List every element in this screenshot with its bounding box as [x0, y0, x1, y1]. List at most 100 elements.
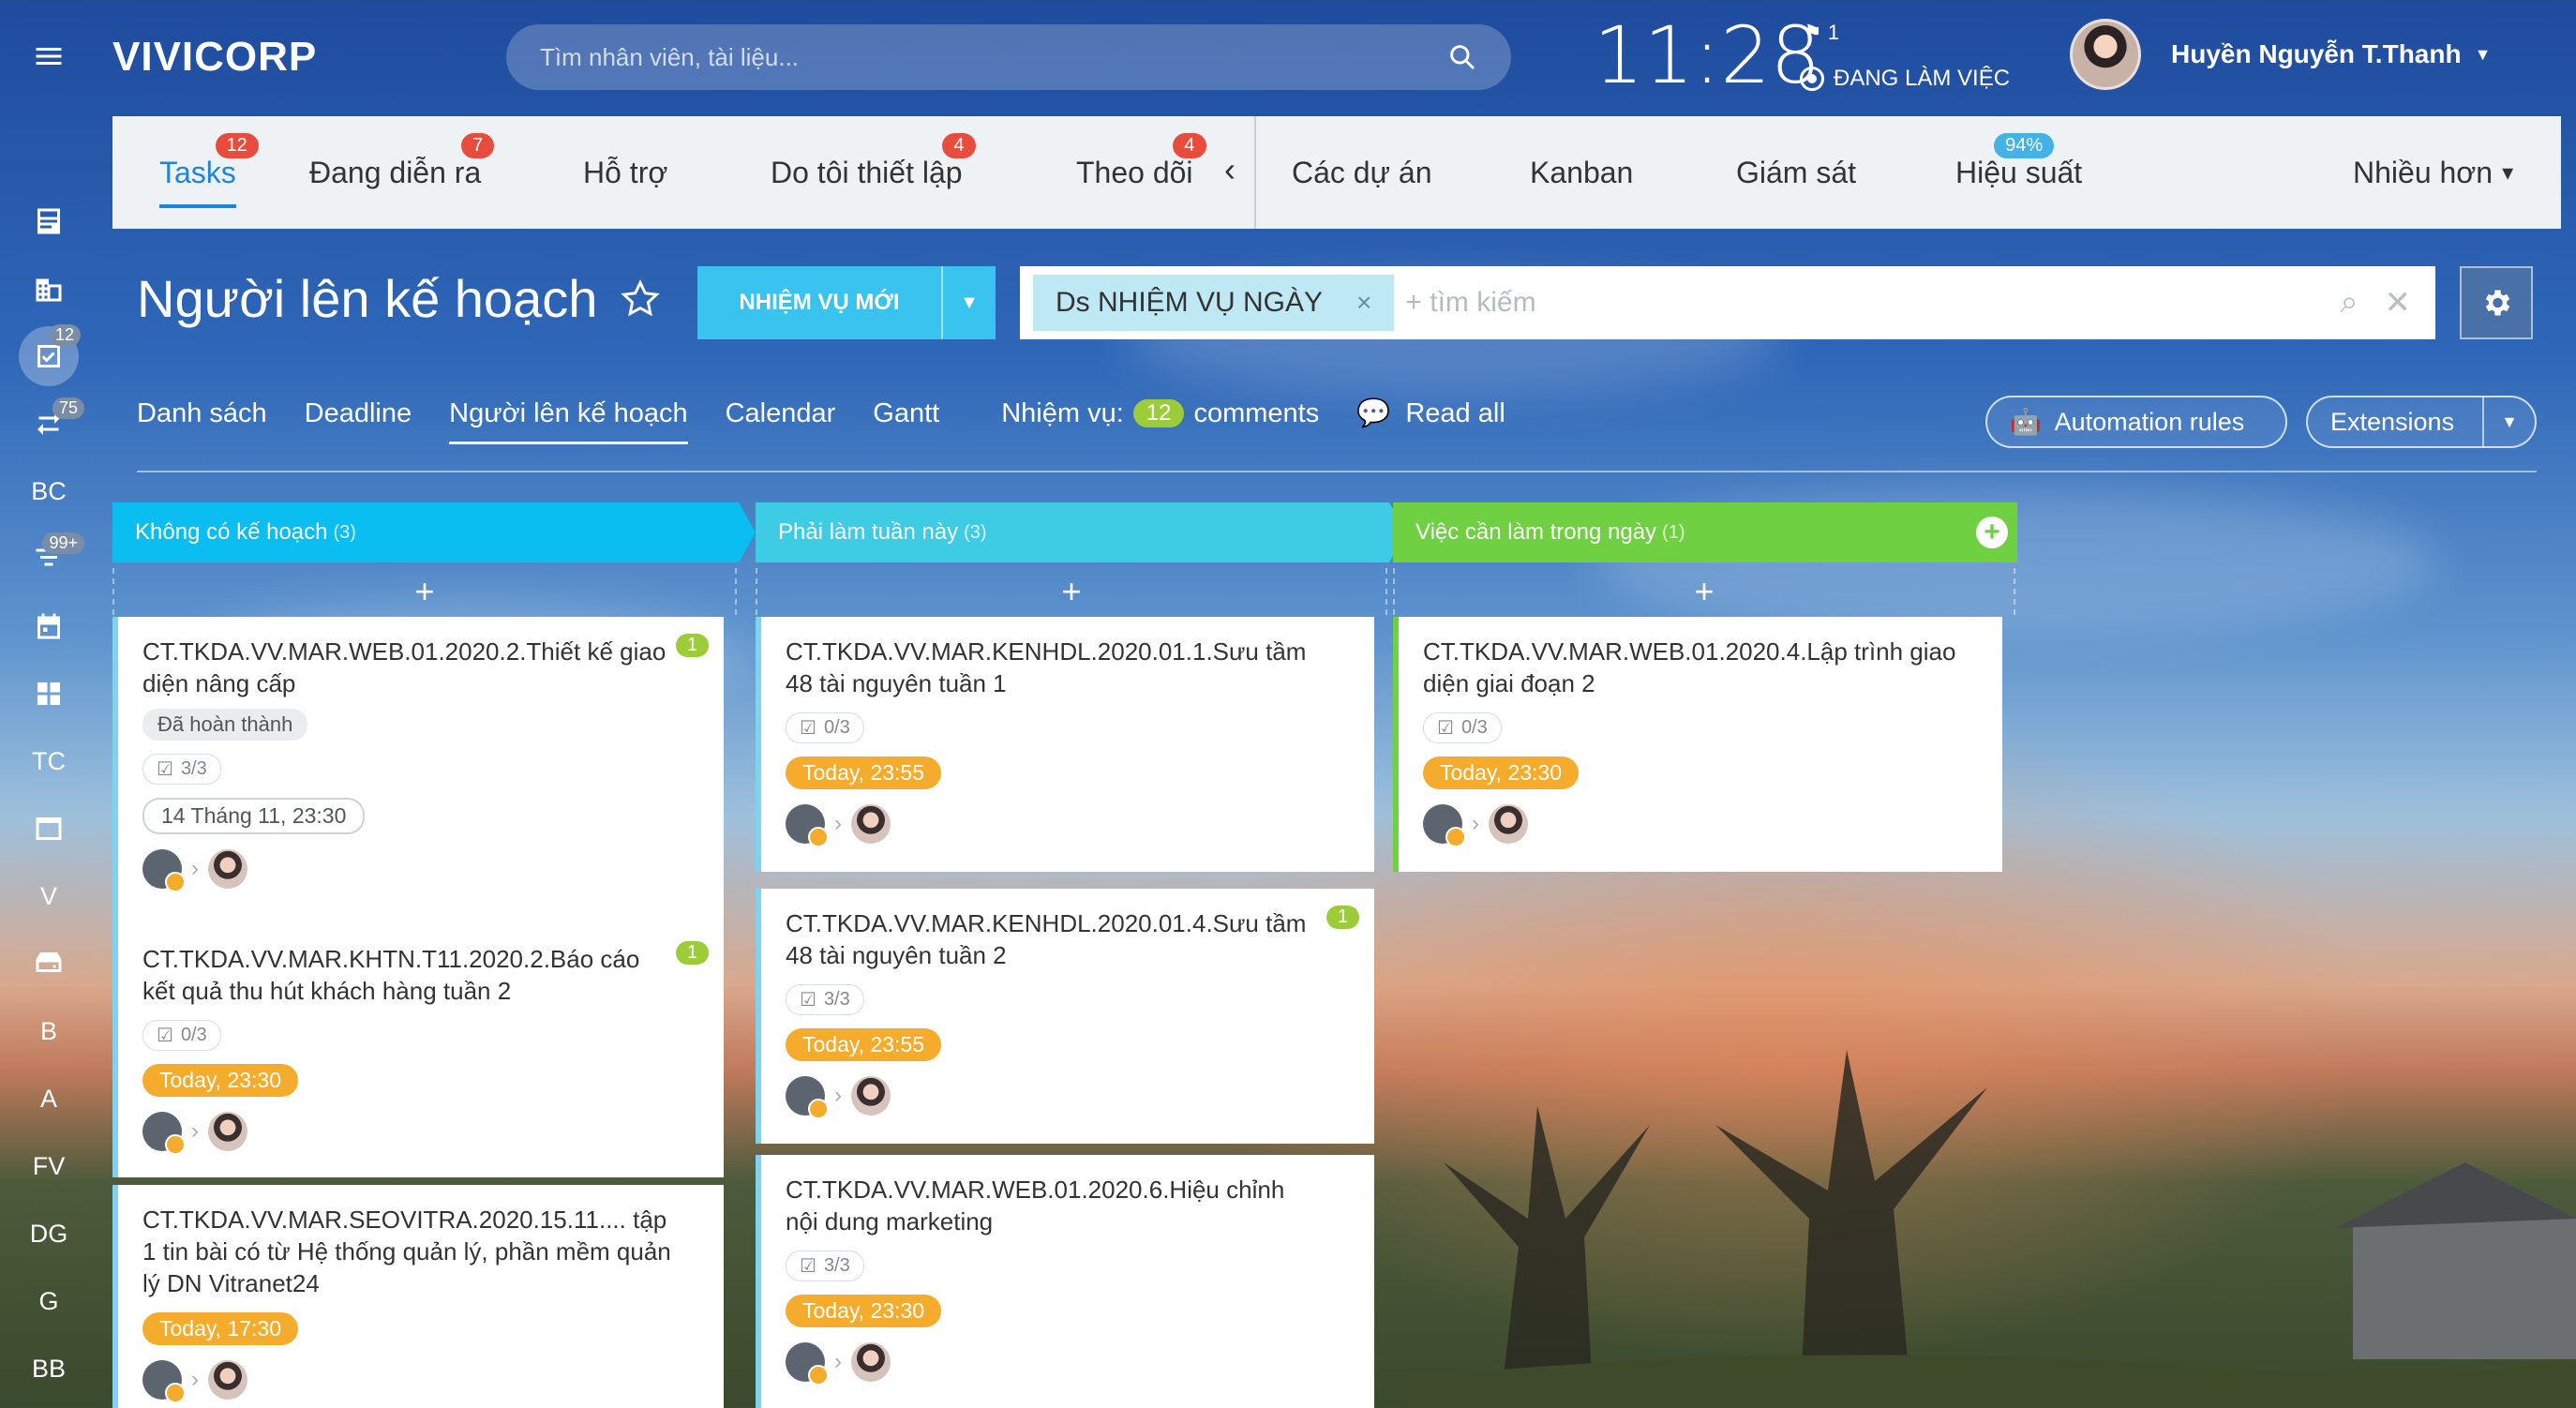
add-card-button[interactable]: +: [756, 568, 1387, 615]
responsible-avatar[interactable]: [851, 1342, 891, 1382]
work-status[interactable]: ĐANG LÀM VIỆC: [1800, 66, 2010, 92]
tab-kanban[interactable]: Kanban: [1530, 116, 1633, 229]
column-header[interactable]: Không có kế hoạch (3): [112, 502, 756, 562]
sidebar-item-dg[interactable]: DG: [0, 1206, 97, 1262]
sidebar-item-tasks[interactable]: 12: [0, 324, 97, 386]
add-card-button[interactable]: +: [112, 568, 737, 615]
responsible-avatar[interactable]: [208, 849, 247, 889]
tab-giám-sát[interactable]: Giám sát: [1736, 116, 1856, 229]
creator-avatar[interactable]: [142, 1112, 186, 1155]
filter-search-input[interactable]: [1405, 287, 2329, 319]
star-icon[interactable]: [620, 278, 661, 320]
sidebar-item-drive[interactable]: [0, 936, 97, 992]
task-card[interactable]: CT.TKDA.VV.MAR.WEB.01.2020.4.Lập trình g…: [1393, 617, 2002, 872]
tab-hỗ-trợ[interactable]: Hỗ trợ: [583, 116, 667, 229]
creator-avatar[interactable]: [786, 1342, 829, 1386]
tab-các-dự-án[interactable]: Các dự án: [1292, 116, 1432, 229]
clear-icon[interactable]: ✕: [2385, 284, 2412, 322]
tab-hiệu-suất[interactable]: Hiệu suất 94%: [1955, 116, 2082, 229]
task-card[interactable]: CT.TKDA.VV.MAR.KENHDL.2020.01.1.Sưu tầm …: [756, 617, 1374, 872]
responsible-avatar[interactable]: [851, 1076, 891, 1116]
task-filter[interactable]: Ds NHIỆM VỤ NGÀY × ⌕ ✕: [1020, 266, 2435, 339]
task-card[interactable]: CT.TKDA.VV.MAR.KENHDL.2020.01.4.Sưu tầm …: [756, 889, 1374, 1144]
sidebar-item-tc[interactable]: TC: [0, 733, 97, 789]
view-tab-deadline[interactable]: Deadline: [305, 398, 412, 429]
user-avatar[interactable]: [2070, 19, 2141, 90]
sidebar-item-apps[interactable]: [0, 666, 97, 722]
settings-button[interactable]: [2460, 266, 2533, 339]
sidebar-item-news[interactable]: [0, 193, 97, 249]
sidebar-item-bc[interactable]: BC: [0, 463, 97, 519]
creator-avatar[interactable]: [1423, 804, 1466, 847]
extensions-dropdown[interactable]: ▼: [2482, 397, 2535, 447]
responsible-avatar[interactable]: [851, 804, 891, 844]
chevron-left-icon[interactable]: ‹: [1224, 150, 1236, 189]
user-menu[interactable]: Huyền Nguyễn T.Thanh ▼: [2171, 39, 2491, 69]
sidebar-item-filter[interactable]: 99+: [0, 531, 97, 587]
checklist-badge[interactable]: ☑ 0/3: [142, 1020, 221, 1051]
creator-avatar[interactable]: [142, 1360, 186, 1403]
column-header[interactable]: Việc cần làm trong ngày (1) +: [1393, 502, 2017, 562]
filter-chip[interactable]: Ds NHIỆM VỤ NGÀY ×: [1033, 275, 1395, 331]
sidebar-item-calendar[interactable]: [0, 598, 97, 654]
tab-nhiều-hơn[interactable]: Nhiều hơn ▾: [2353, 116, 2513, 229]
checklist-badge[interactable]: ☑ 3/3: [142, 754, 221, 785]
view-tab-calendar[interactable]: Calendar: [726, 398, 836, 429]
tab-do-tôi-thiết-lập[interactable]: Do tôi thiết lập 4: [771, 116, 976, 229]
search-icon[interactable]: ⌕: [2340, 284, 2358, 322]
sidebar-item-b[interactable]: B: [0, 1003, 97, 1059]
automation-rules-button[interactable]: 🤖 Automation rules: [1985, 396, 2287, 448]
flag-counter[interactable]: ⚑ 1: [1804, 21, 1839, 45]
tab-đang-diễn-ra[interactable]: Đang diễn ra 7: [309, 116, 495, 229]
checklist-badge[interactable]: ☑ 0/3: [786, 712, 864, 743]
global-search[interactable]: [506, 24, 1511, 90]
global-search-input[interactable]: [540, 42, 1447, 72]
task-title[interactable]: CT.TKDA.VV.MAR.WEB.01.2020.4.Lập trình g…: [1423, 636, 1957, 699]
checklist-badge[interactable]: ☑ 3/3: [786, 984, 864, 1015]
close-icon[interactable]: ×: [1356, 288, 1371, 318]
task-card[interactable]: CT.TKDA.VV.MAR.SEOVITRA.2020.15.11.... t…: [112, 1185, 724, 1408]
read-all-link[interactable]: Read all: [1405, 398, 1505, 429]
sidebar-item-g[interactable]: G: [0, 1273, 97, 1329]
task-title[interactable]: CT.TKDA.VV.MAR.WEB.01.2020.6.Hiệu chỉnh …: [786, 1174, 1320, 1237]
search-icon[interactable]: [1447, 42, 1477, 72]
creator-avatar[interactable]: [786, 1076, 829, 1119]
creator-avatar[interactable]: [142, 849, 186, 892]
checklist-badge[interactable]: ☑ 3/3: [786, 1251, 864, 1281]
view-tab-người-lên-kế-hoạch[interactable]: Người lên kế hoạch: [449, 398, 689, 444]
sidebar-item-window[interactable]: [0, 801, 97, 857]
new-task-dropdown[interactable]: ▼: [941, 266, 996, 339]
add-card-button[interactable]: +: [1393, 568, 2015, 615]
task-title[interactable]: CT.TKDA.VV.MAR.WEB.01.2020.2.Thiết kế gi…: [142, 636, 677, 699]
sidebar-item-bb[interactable]: BB: [0, 1341, 97, 1397]
clock[interactable]: 11:28: [1594, 9, 1820, 101]
view-tab-gantt[interactable]: Gantt: [873, 398, 939, 429]
task-card[interactable]: CT.TKDA.VV.MAR.WEB.01.2020.2.Thiết kế gi…: [112, 617, 724, 926]
brand-logo[interactable]: VIVICORP: [112, 34, 317, 81]
creator-avatar[interactable]: [786, 804, 829, 847]
task-card[interactable]: CT.TKDA.VV.MAR.WEB.01.2020.6.Hiệu chỉnh …: [756, 1155, 1374, 1408]
tab-tasks[interactable]: Tasks 12: [159, 116, 259, 229]
responsible-avatar[interactable]: [1489, 804, 1528, 844]
add-circle-icon[interactable]: +: [1976, 517, 2008, 548]
deadline-badge[interactable]: 14 Tháng 11, 23:30: [142, 798, 366, 834]
sidebar-item-a[interactable]: A: [0, 1071, 97, 1127]
sidebar-item-fv[interactable]: FV: [0, 1138, 97, 1194]
sidebar-item-company[interactable]: [0, 261, 97, 317]
task-card[interactable]: CT.TKDA.VV.MAR.KHTN.T11.2020.2.Báo cáo k…: [112, 924, 724, 1177]
sidebar-item-sync[interactable]: 75: [0, 396, 97, 452]
deadline-badge[interactable]: Today, 23:30: [1423, 756, 1580, 789]
task-title[interactable]: CT.TKDA.VV.MAR.KENHDL.2020.01.1.Sưu tầm …: [786, 636, 1320, 699]
sidebar-item-menu[interactable]: [0, 28, 97, 84]
extensions-button[interactable]: Extensions ▼: [2306, 396, 2537, 448]
column-header[interactable]: Phải làm tuần này (3): [756, 502, 1406, 562]
view-tab-danh-sách[interactable]: Danh sách: [137, 398, 267, 429]
deadline-badge[interactable]: Today, 23:30: [142, 1064, 299, 1097]
responsible-avatar[interactable]: [208, 1112, 247, 1151]
tab-theo-dõi[interactable]: Theo dõi 4: [1076, 116, 1206, 229]
deadline-badge[interactable]: Today, 17:30: [142, 1312, 299, 1345]
deadline-badge[interactable]: Today, 23:55: [786, 756, 942, 789]
sidebar-item-v[interactable]: V: [0, 868, 97, 924]
task-title[interactable]: CT.TKDA.VV.MAR.KHTN.T11.2020.2.Báo cáo k…: [142, 943, 677, 1007]
task-title[interactable]: CT.TKDA.VV.MAR.SEOVITRA.2020.15.11.... t…: [142, 1204, 677, 1299]
